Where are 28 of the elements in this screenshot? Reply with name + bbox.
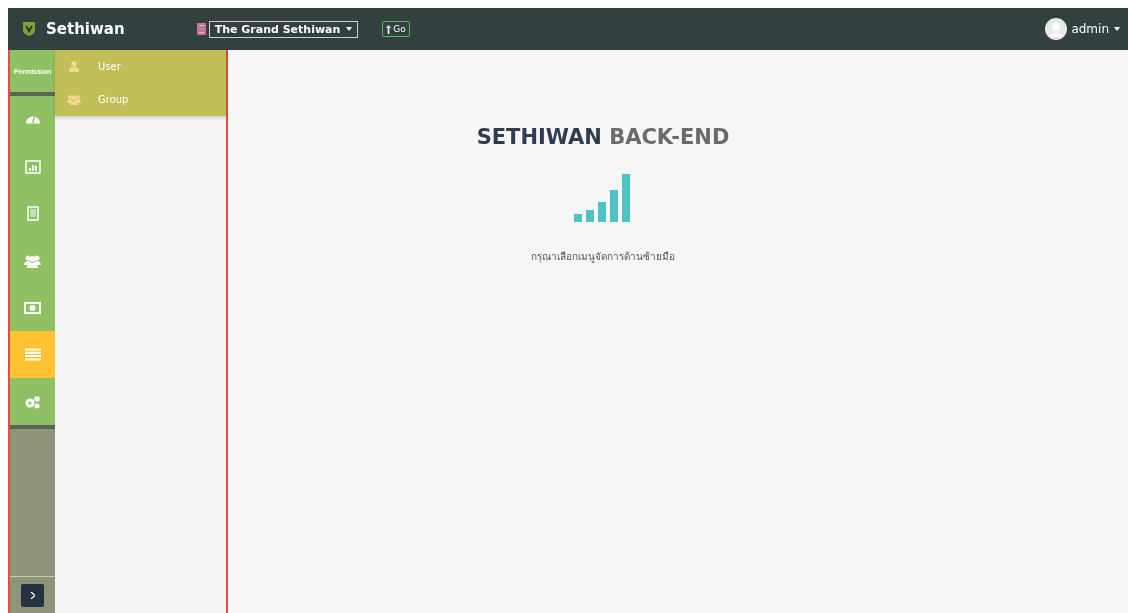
user-menu[interactable]: admin xyxy=(1071,22,1120,36)
gears-icon xyxy=(24,394,41,409)
sidebar-icon-button[interactable] xyxy=(10,96,55,143)
go-button[interactable]: Go xyxy=(382,21,410,37)
caret-icon xyxy=(346,27,353,31)
bars-logo-icon xyxy=(574,174,632,224)
building-icon xyxy=(26,206,39,221)
hotel-select[interactable]: The Grand Sethiwan xyxy=(208,20,359,38)
chart-icon xyxy=(24,159,41,174)
brand-name: Sethiwan xyxy=(46,20,125,38)
avatar-icon xyxy=(1045,18,1068,40)
sidebar-icon-button[interactable] xyxy=(10,378,55,425)
caret-icon xyxy=(1114,27,1120,31)
users-icon xyxy=(24,253,41,268)
money-icon xyxy=(24,301,41,314)
list-icon xyxy=(24,348,41,361)
dashboard-icon xyxy=(24,115,41,124)
sidebar-icon-button[interactable] xyxy=(10,331,55,378)
sidebar-icon-button[interactable] xyxy=(10,284,55,331)
instruction-text: กรุณาเลือกเมนูจัดการด้านซ้ายมือ xyxy=(531,250,675,264)
building-icon xyxy=(196,23,206,35)
users-icon xyxy=(67,94,81,105)
user-icon xyxy=(67,61,81,72)
expand-button[interactable] xyxy=(21,583,44,607)
page-title: SETHIWAN BACK-END xyxy=(476,125,730,149)
chevron-right-icon xyxy=(30,591,35,599)
shield-icon xyxy=(22,21,36,37)
arrow-up-icon xyxy=(386,24,392,34)
